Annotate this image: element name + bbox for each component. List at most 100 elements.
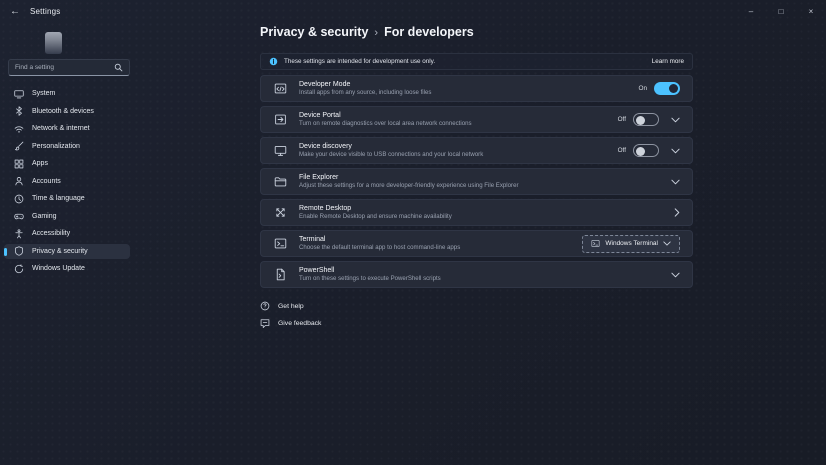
setting-title: Remote Desktop [299, 205, 452, 212]
terminal-app-dropdown[interactable]: Windows Terminal [582, 235, 680, 253]
sidebar-item-label: Time & language [32, 195, 85, 202]
sidebar-nav: System Bluetooth & devices Network & int… [4, 86, 130, 277]
sidebar-item-apps[interactable]: Apps [4, 156, 130, 172]
sidebar-item-gaming[interactable]: Gaming [4, 209, 130, 225]
sidebar-item-bluetooth-devices[interactable]: Bluetooth & devices [4, 104, 130, 120]
setting-title: File Explorer [299, 174, 519, 181]
get-help-link[interactable]: Get help [260, 301, 693, 311]
toggle-knob [636, 116, 645, 125]
setting-subtitle: Turn on these settings to execute PowerS… [299, 275, 441, 282]
device-portal-toggle[interactable] [633, 113, 659, 126]
chevron-down-icon[interactable] [671, 272, 680, 278]
row-terminal: Terminal Choose the default terminal app… [260, 230, 693, 257]
terminal-icon [273, 237, 288, 250]
setting-title: Device discovery [299, 143, 483, 150]
row-file-explorer: File Explorer Adjust these settings for … [260, 168, 693, 195]
row-developer-mode: Developer Mode Install apps from any sou… [260, 75, 693, 102]
toggle-state-label: On [638, 85, 647, 92]
bluetooth-icon [14, 106, 24, 116]
sidebar-item-label: Bluetooth & devices [32, 108, 94, 115]
breadcrumb-separator-icon: › [374, 27, 378, 39]
dropdown-value: Windows Terminal [605, 240, 658, 247]
setting-subtitle: Turn on remote diagnostics over local ar… [299, 120, 472, 127]
search-input[interactable]: Find a setting [8, 59, 130, 76]
chevron-down-icon [663, 241, 671, 246]
developer-mode-toggle[interactable] [654, 82, 680, 95]
sidebar-item-personalization[interactable]: Personalization [4, 139, 130, 155]
search-icon [114, 63, 123, 72]
maximize-icon: □ [779, 7, 784, 16]
close-button[interactable]: × [796, 0, 826, 22]
sidebar-item-label: Privacy & security [32, 248, 88, 255]
toggle-state-label: Off [618, 147, 626, 154]
chevron-down-icon[interactable] [671, 179, 680, 185]
close-icon: × [809, 7, 814, 16]
chevron-down-icon[interactable] [671, 117, 680, 123]
apps-icon [14, 159, 24, 169]
setting-subtitle: Enable Remote Desktop and ensure machine… [299, 213, 452, 220]
toggle-knob [636, 147, 645, 156]
toggle-state-label: Off [618, 116, 626, 123]
sidebar-item-network-internet[interactable]: Network & internet [4, 121, 130, 137]
back-button[interactable]: ← [0, 0, 30, 22]
developer-mode-icon [273, 82, 288, 95]
minimize-button[interactable]: – [736, 0, 766, 22]
sidebar-item-label: Personalization [32, 143, 80, 150]
feedback-icon [260, 318, 270, 328]
setting-subtitle: Adjust these settings for a more develop… [299, 182, 519, 189]
sidebar-item-label: Accessibility [32, 230, 70, 237]
sidebar-item-label: Accounts [32, 178, 61, 185]
row-device-discovery: Device discovery Make your device visibl… [260, 137, 693, 164]
sidebar-item-time-language[interactable]: Time & language [4, 191, 130, 207]
back-icon: ← [10, 6, 20, 17]
breadcrumb: Privacy & security › For developers [260, 25, 693, 45]
chevron-down-icon[interactable] [671, 148, 680, 154]
setting-title: Developer Mode [299, 81, 431, 88]
device-portal-icon [273, 113, 288, 126]
setting-subtitle: Install apps from any source, including … [299, 89, 431, 96]
dev-use-banner: These settings are intended for developm… [260, 53, 693, 70]
minimize-icon: – [749, 7, 753, 16]
sidebar-item-label: Network & internet [32, 125, 90, 132]
titlebar: ← Settings – □ × [0, 0, 826, 22]
row-powershell: PowerShell Turn on these settings to exe… [260, 261, 693, 288]
get-help-icon [260, 301, 270, 311]
device-discovery-toggle[interactable] [633, 144, 659, 157]
network-icon [14, 124, 24, 134]
page-title: For developers [384, 25, 474, 39]
footer-links: Get help Give feedback [260, 301, 693, 328]
footer-link-label: Give feedback [278, 320, 321, 327]
maximize-button[interactable]: □ [766, 0, 796, 22]
sidebar: Find a setting System Bluetooth & device… [0, 22, 250, 465]
sidebar-item-accounts[interactable]: Accounts [4, 174, 130, 190]
system-icon [14, 89, 24, 99]
toggle-knob [669, 84, 678, 93]
sidebar-item-windows-update[interactable]: Windows Update [4, 261, 130, 277]
give-feedback-link[interactable]: Give feedback [260, 318, 693, 328]
powershell-icon [273, 268, 288, 281]
learn-more-link[interactable]: Learn more [652, 58, 684, 65]
windows-terminal-icon [591, 239, 600, 248]
setting-subtitle: Make your device visible to USB connecti… [299, 151, 483, 158]
file-explorer-icon [273, 175, 288, 188]
sidebar-item-system[interactable]: System [4, 86, 130, 102]
setting-title: Device Portal [299, 112, 472, 119]
row-remote-desktop[interactable]: Remote Desktop Enable Remote Desktop and… [260, 199, 693, 226]
window-title: Settings [30, 7, 61, 16]
privacy-security-icon [14, 246, 24, 256]
row-device-portal: Device Portal Turn on remote diagnostics… [260, 106, 693, 133]
device-discovery-icon [273, 144, 288, 157]
personalization-icon [14, 141, 24, 151]
info-icon [269, 57, 278, 66]
sidebar-item-label: Windows Update [32, 265, 85, 272]
sidebar-item-label: Gaming [32, 213, 57, 220]
sidebar-item-label: Apps [32, 160, 48, 167]
windows-update-icon [14, 264, 24, 274]
user-avatar[interactable] [45, 32, 62, 54]
settings-rows: Developer Mode Install apps from any sou… [260, 75, 693, 288]
sidebar-item-accessibility[interactable]: Accessibility [4, 226, 130, 242]
sidebar-item-privacy-security[interactable]: Privacy & security [4, 244, 130, 260]
footer-link-label: Get help [278, 303, 304, 310]
remote-desktop-icon [273, 206, 288, 219]
breadcrumb-parent[interactable]: Privacy & security [260, 25, 368, 39]
